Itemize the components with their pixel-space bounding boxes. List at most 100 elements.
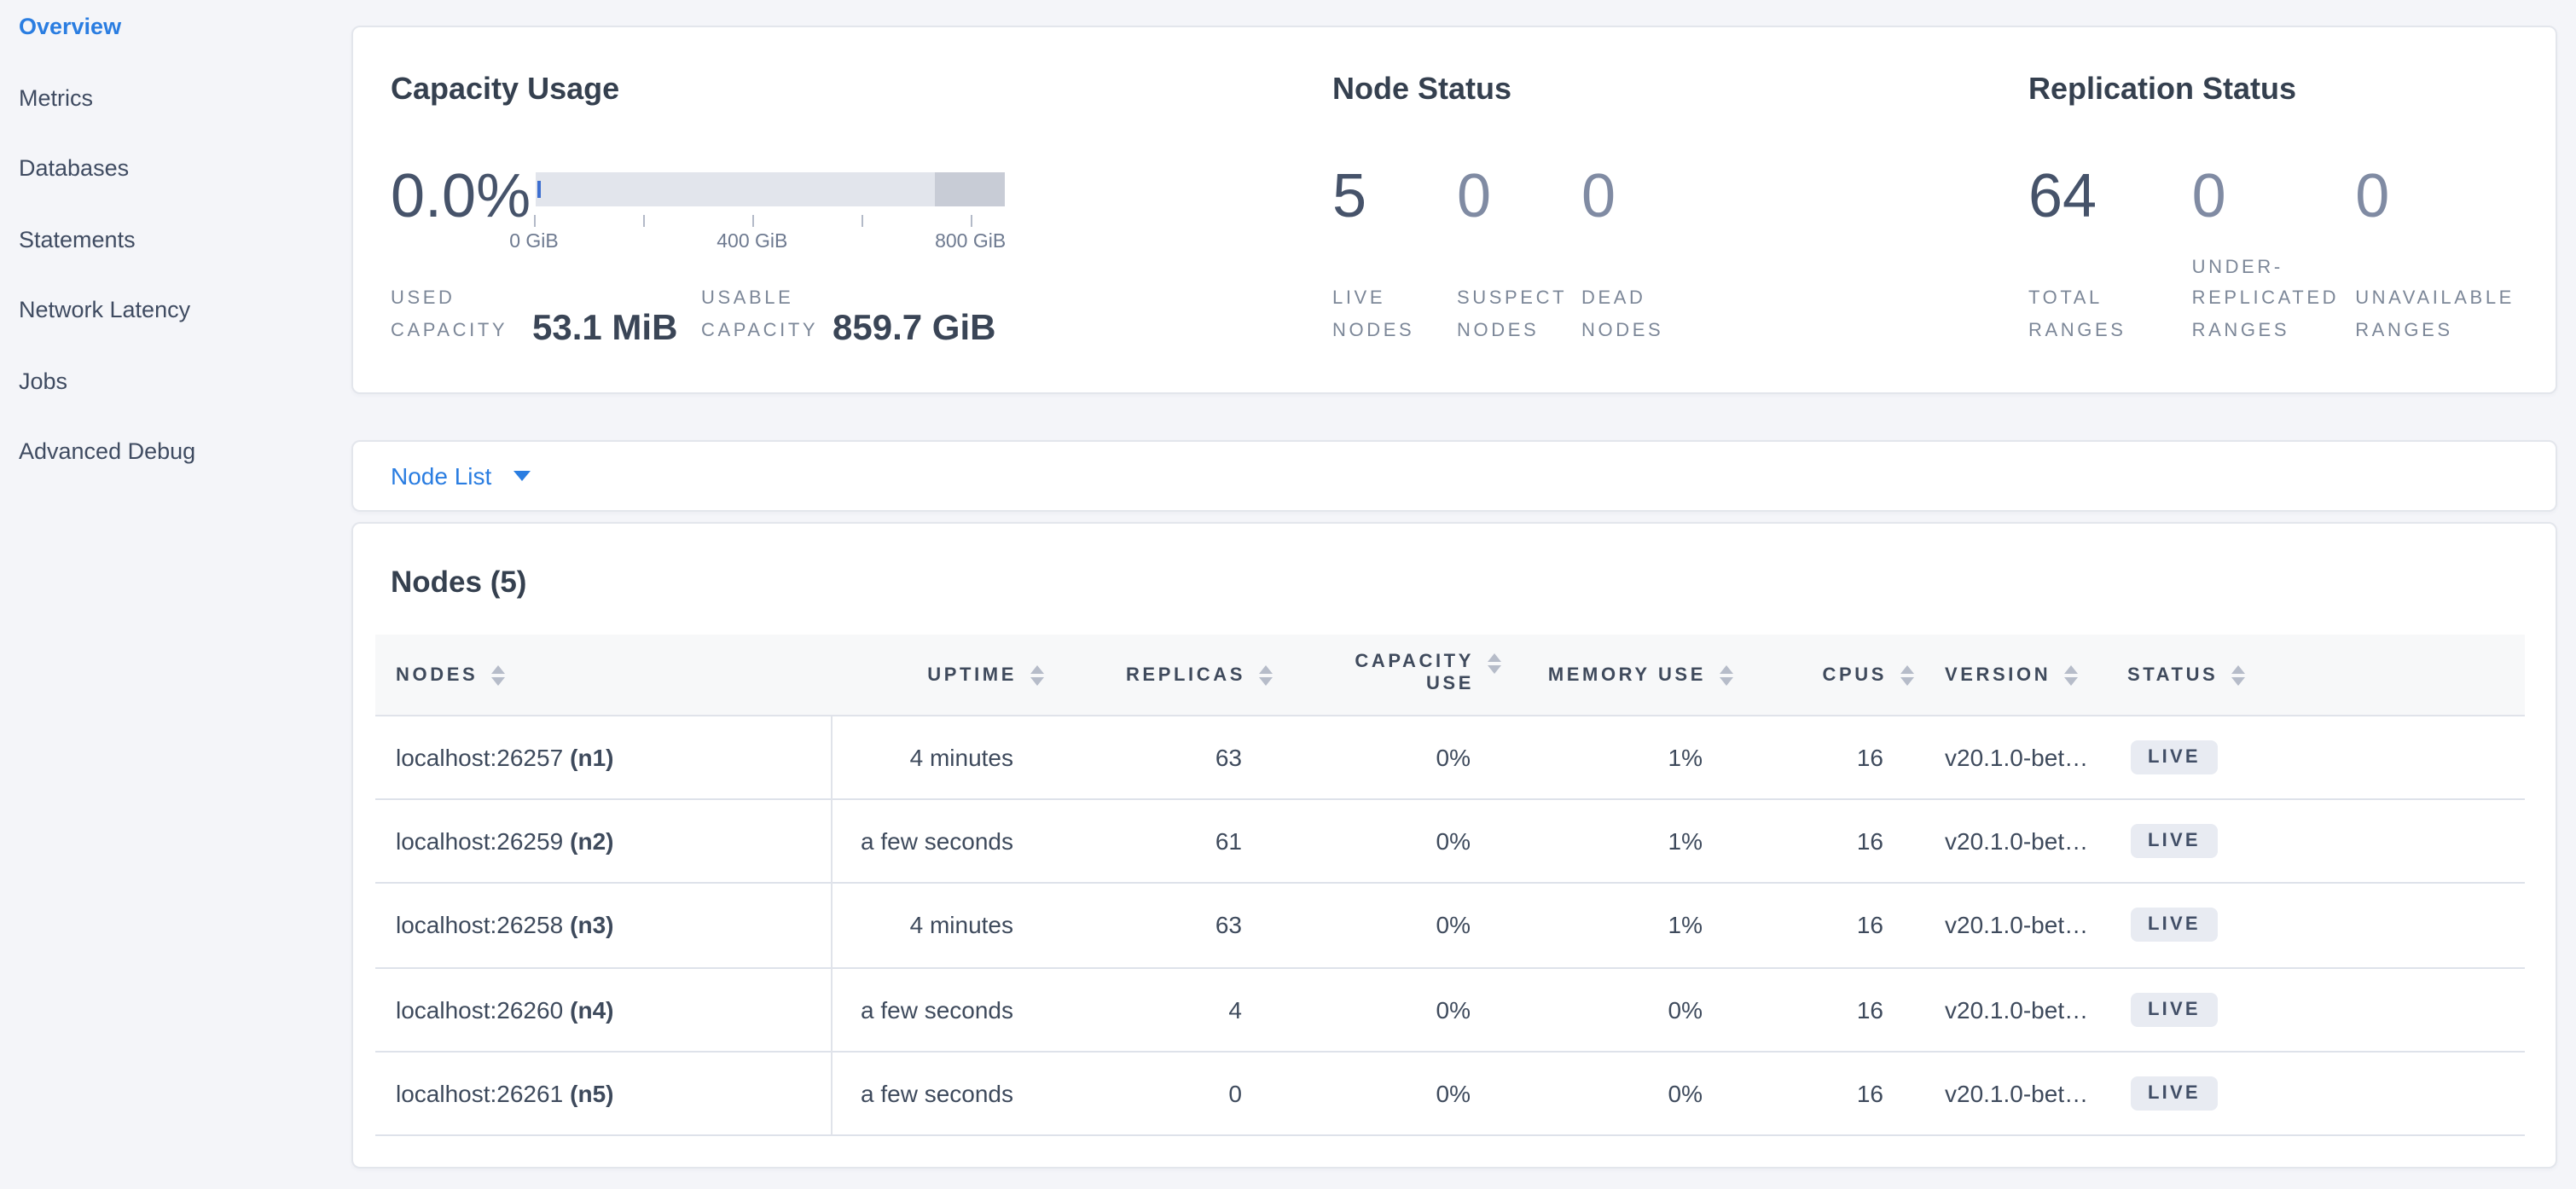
column-header-status[interactable]: STATUS: [2127, 635, 2525, 715]
status-badge: LIVE: [2131, 908, 2218, 942]
node-address: localhost:26258: [396, 912, 563, 939]
metric-value-unavailable-ranges: 0: [2355, 165, 2389, 227]
status-cell: LIVE: [2127, 800, 2525, 882]
table-row-n2[interactable]: localhost:26259(n2)a few seconds610%1%16…: [375, 800, 2525, 884]
table-row-n1[interactable]: localhost:26257(n1)4 minutes630%1%16v20.…: [375, 716, 2525, 800]
node-id: (n3): [570, 912, 613, 939]
node-id: (n4): [570, 995, 613, 1023]
replicas-cell: 63: [1044, 716, 1273, 798]
sidebar-item-jobs[interactable]: Jobs: [19, 345, 334, 416]
nodes-table-card: Nodes (5) NODES UPTIME REPLICAS CAPACITY US…: [351, 522, 2557, 1169]
table-row-n5[interactable]: localhost:26261(n5)a few seconds00%0%16v…: [375, 1053, 2525, 1136]
node-address: localhost:26260: [396, 995, 563, 1023]
metric-value-total-ranges: 64: [2028, 165, 2097, 227]
column-header-cpus[interactable]: CPUS: [1733, 635, 1914, 715]
status-badge: LIVE: [2131, 1076, 2218, 1111]
column-header-label: STATUS: [2127, 664, 2218, 685]
nodes-table-header-row: NODES UPTIME REPLICAS CAPACITY USE MEMORY US…: [375, 635, 2525, 716]
node-id: (n1): [570, 744, 613, 771]
sort-arrows-icon: [1030, 664, 1044, 685]
capacity-used-percent: 0.0%: [391, 165, 531, 227]
cluster-summary-panel: Capacity Usage 0.0% 0 GiB400 GiB800 GiB …: [351, 26, 2557, 394]
status-cell: LIVE: [2127, 884, 2525, 966]
metric-value-live-nodes: 5: [1332, 165, 1366, 227]
status-badge: LIVE: [2131, 992, 2218, 1026]
node-status-title: Node Status: [1332, 72, 1511, 107]
uptime-cell: a few seconds: [831, 968, 1044, 1050]
chevron-down-icon: [513, 471, 531, 481]
column-header-version[interactable]: VERSION: [1914, 635, 2127, 715]
replicas-cell: 61: [1044, 800, 1273, 882]
node-id: (n5): [570, 1080, 613, 1107]
metric-value-dead-nodes: 0: [1581, 165, 1616, 227]
node-address-cell: localhost:26261 (n5): [375, 1053, 831, 1134]
column-header-memory-use[interactable]: MEMORY USE: [1501, 635, 1733, 715]
node-id: (n2): [570, 828, 613, 856]
status-cell: LIVE: [2127, 716, 2525, 798]
table-row-n4[interactable]: localhost:26260(n4)a few seconds40%0%16v…: [375, 968, 2525, 1052]
node-list-dropdown[interactable]: Node List: [391, 462, 531, 490]
memory-use-cell: 0%: [1501, 968, 1733, 1050]
memory-use-cell: 0%: [1501, 1053, 1733, 1134]
capacity-bar-reserved-segment: [935, 172, 1006, 206]
capacity-use-cell: 0%: [1273, 716, 1501, 798]
column-header-label: MEMORY USE: [1548, 664, 1706, 685]
node-address: localhost:26261: [396, 1080, 563, 1107]
cpus-cell: 16: [1733, 1053, 1914, 1134]
node-address-cell: localhost:26260(n4): [375, 968, 831, 1050]
sidebar-item-statements[interactable]: Statements: [19, 204, 334, 275]
column-header-label: CPUS: [1822, 664, 1887, 685]
axis-tick-label: 0 GiB: [509, 232, 559, 252]
axis-tick: [862, 215, 863, 227]
node-address: localhost:26259: [396, 828, 563, 856]
axis-tick: [643, 215, 645, 227]
metric-label: DEAD NODES: [1581, 283, 1694, 346]
replicas-cell: 0: [1044, 1053, 1273, 1134]
status-badge: LIVE: [2131, 825, 2218, 859]
column-header-replicas[interactable]: REPLICAS: [1044, 635, 1273, 715]
sort-arrows-icon: [2231, 664, 2245, 685]
axis-tick: [752, 215, 754, 227]
sidebar-item-advanced-debug[interactable]: Advanced Debug: [19, 416, 334, 487]
status-badge: LIVE: [2131, 740, 2218, 774]
axis-tick: [534, 215, 536, 227]
node-address-cell: localhost:26257 (n1): [375, 716, 831, 798]
replicas-cell: 4: [1044, 968, 1273, 1050]
axis-tick-label: 800 GiB: [935, 232, 1006, 252]
cpus-cell: 16: [1733, 968, 1914, 1050]
table-row-n3[interactable]: localhost:26258(n3)4 minutes630%1%16v20.…: [375, 884, 2525, 968]
sort-arrows-icon: [491, 664, 505, 685]
cpus-cell: 16: [1733, 800, 1914, 882]
column-header-label: REPLICAS: [1126, 664, 1245, 685]
column-header-uptime[interactable]: UPTIME: [831, 635, 1044, 715]
sort-arrows-icon: [2064, 664, 2078, 685]
metric-label: TOTAL RANGES: [2028, 283, 2192, 346]
uptime-cell: a few seconds: [831, 800, 1044, 882]
capacity-use-cell: 0%: [1273, 1053, 1501, 1134]
status-cell: LIVE: [2127, 1053, 2525, 1134]
sidebar-item-databases[interactable]: Databases: [19, 133, 334, 204]
metric-label: SUSPECT NODES: [1457, 283, 1569, 346]
capacity-usage-bar-chart: 0 GiB400 GiB800 GiB: [536, 172, 1005, 206]
sidebar-item-metrics[interactable]: Metrics: [19, 62, 334, 133]
nodes-table-title: Nodes (5): [391, 565, 526, 600]
cpus-cell: 16: [1733, 716, 1914, 798]
column-header-label: NODES: [396, 664, 478, 685]
version-cell: v20.1.0-bet…: [1914, 1053, 2127, 1134]
replication-status-title: Replication Status: [2028, 72, 2296, 107]
capacity-use-cell: 0%: [1273, 800, 1501, 882]
node-address: localhost:26257: [396, 744, 563, 771]
cockroachdb-admin-ui: OverviewMetricsDatabasesStatementsNetwor…: [0, 0, 2576, 1189]
metric-label: LIVE NODES: [1332, 283, 1445, 346]
sidebar-item-network-latency[interactable]: Network Latency: [19, 275, 334, 345]
metric-value-suspect-nodes: 0: [1457, 165, 1491, 227]
column-header-capacity-use[interactable]: CAPACITY USE: [1273, 635, 1501, 715]
nodes-table-body: localhost:26257(n1)4 minutes630%1%16v20.…: [375, 716, 2525, 1136]
sidebar-item-overview[interactable]: Overview: [19, 0, 334, 62]
column-header-nodes[interactable]: NODES: [375, 635, 831, 715]
replicas-cell: 63: [1044, 884, 1273, 966]
nodes-column-divider: [831, 716, 833, 1136]
sidebar-nav-list: OverviewMetricsDatabasesStatementsNetwor…: [0, 0, 334, 487]
sort-arrows-icon: [1488, 653, 1501, 674]
sidebar: OverviewMetricsDatabasesStatementsNetwor…: [0, 0, 334, 1189]
